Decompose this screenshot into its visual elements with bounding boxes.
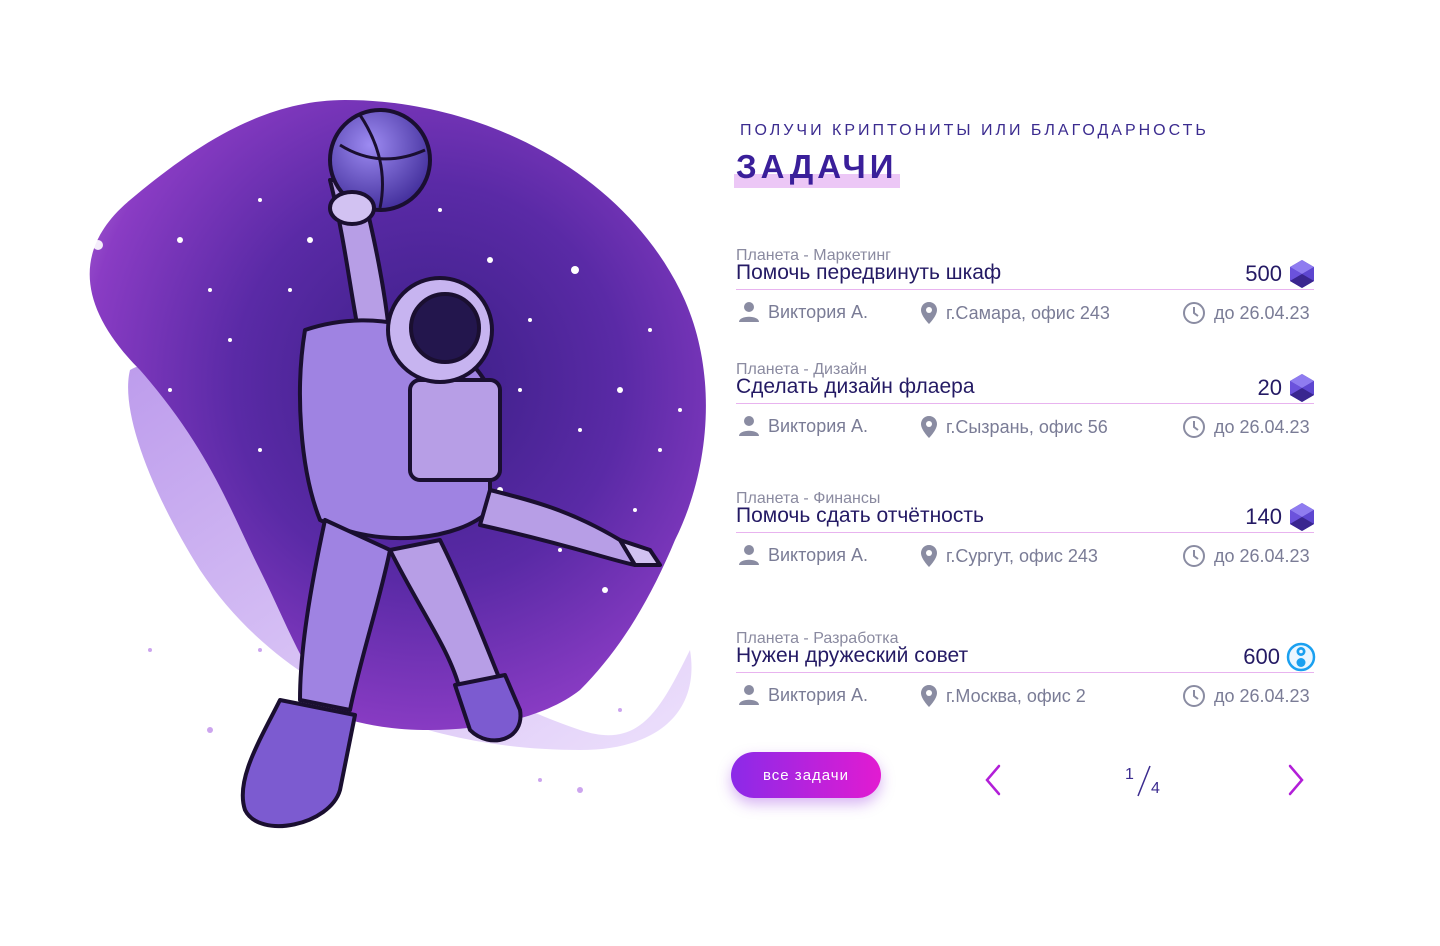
location-pin-icon: [921, 685, 937, 707]
crystal-icon: [1290, 503, 1314, 531]
location-text: г.Сызрань, офис 56: [946, 416, 1108, 437]
deadline-text: до 26.04.23: [1214, 545, 1310, 566]
task-author: Виктория А.: [738, 415, 868, 437]
task-reward: 600: [1243, 642, 1316, 672]
task-location: г.Самара, офис 243: [920, 301, 1110, 325]
task-deadline: до 26.04.23: [1182, 684, 1310, 708]
task-divider: [736, 672, 1314, 673]
section-heading: ЗАДАЧИ: [734, 148, 900, 188]
clock-icon: [1183, 545, 1205, 567]
task-title[interactable]: Нужен дружеский совет: [736, 644, 968, 668]
deadline-text: до 26.04.23: [1214, 302, 1310, 323]
next-page-button[interactable]: [1282, 762, 1310, 798]
person-icon: [739, 685, 759, 705]
location-pin-icon: [921, 416, 937, 438]
task-deadline: до 26.04.23: [1182, 301, 1310, 325]
task-location: г.Сургут, офис 243: [920, 544, 1098, 568]
section-eyebrow: ПОЛУЧИ КРИПТОНИТЫ ИЛИ БЛАГОДАРНОСТЬ: [740, 122, 1209, 139]
task-title[interactable]: Помочь сдать отчётность: [736, 504, 984, 528]
clock-icon: [1183, 416, 1205, 438]
location-pin-icon: [921, 302, 937, 324]
author-name: Виктория А.: [768, 544, 869, 565]
location-text: г.Москва, офис 2: [946, 685, 1086, 706]
deadline-text: до 26.04.23: [1214, 685, 1310, 706]
task-item[interactable]: Планета - Дизайн Сделать дизайн флаера 2…: [736, 361, 1316, 451]
reward-value: 20: [1257, 375, 1282, 400]
reward-value: 600: [1243, 644, 1280, 669]
person-icon: [739, 416, 759, 436]
astronaut-illustration: [60, 90, 720, 850]
task-item[interactable]: Планета - Маркетинг Помочь передвинуть ш…: [736, 247, 1316, 337]
person-icon: [739, 545, 759, 565]
task-author: Виктория А.: [738, 301, 868, 323]
author-name: Виктория А.: [768, 301, 869, 322]
tasks-panel: ПОЛУЧИ КРИПТОНИТЫ ИЛИ БЛАГОДАРНОСТЬ ЗАДА…: [731, 0, 1336, 946]
author-name: Виктория А.: [768, 415, 869, 436]
task-location: г.Москва, офис 2: [920, 684, 1086, 708]
all-tasks-button[interactable]: все задачи: [731, 752, 881, 798]
crystal-icon: [1290, 374, 1314, 402]
author-name: Виктория А.: [768, 684, 869, 705]
task-author: Виктория А.: [738, 544, 868, 566]
chevron-right-icon: [1288, 764, 1304, 796]
task-reward: 20: [1258, 373, 1316, 403]
person-icon: [739, 302, 759, 322]
task-item[interactable]: Планета - Разработка Нужен дружеский сов…: [736, 630, 1316, 720]
crystal-icon: [1290, 260, 1314, 288]
task-reward: 140: [1245, 502, 1316, 532]
task-divider: [736, 532, 1314, 533]
reward-value: 500: [1245, 261, 1282, 286]
prev-page-button[interactable]: [981, 762, 1009, 798]
task-location: г.Сызрань, офис 56: [920, 415, 1108, 439]
page-title: ЗАДАЧИ: [736, 148, 898, 185]
task-title[interactable]: Сделать дизайн флаера: [736, 375, 975, 399]
location-pin-icon: [921, 545, 937, 567]
task-title[interactable]: Помочь передвинуть шкаф: [736, 261, 1001, 285]
task-item[interactable]: Планета - Финансы Помочь сдать отчётност…: [736, 490, 1316, 580]
chevron-left-icon: [985, 764, 1001, 796]
deadline-text: до 26.04.23: [1214, 416, 1310, 437]
task-divider: [736, 289, 1314, 290]
task-divider: [736, 403, 1314, 404]
gratitude-icon: [1286, 642, 1316, 672]
task-deadline: до 26.04.23: [1182, 544, 1310, 568]
location-text: г.Самара, офис 243: [946, 302, 1110, 323]
location-text: г.Сургут, офис 243: [946, 545, 1098, 566]
task-author: Виктория А.: [738, 684, 868, 706]
clock-icon: [1183, 302, 1205, 324]
page-indicator: 1 4: [1122, 762, 1172, 798]
task-reward: 500: [1245, 259, 1316, 289]
space-blob-art: [89, 100, 706, 828]
page-total: 4: [1151, 780, 1160, 797]
reward-value: 140: [1245, 504, 1282, 529]
clock-icon: [1183, 685, 1205, 707]
task-deadline: до 26.04.23: [1182, 415, 1310, 439]
